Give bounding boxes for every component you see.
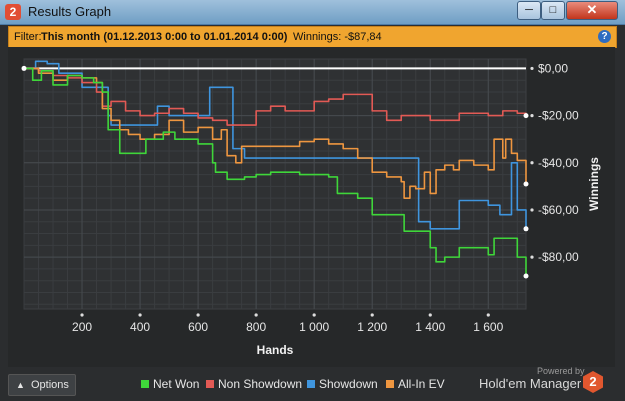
legend-swatch-showdown bbox=[307, 380, 315, 388]
y-tick-label: -$60,00 bbox=[538, 203, 579, 217]
y-axis-label: Winnings bbox=[587, 157, 601, 211]
maximize-button[interactable]: □ bbox=[541, 1, 565, 20]
filter-winnings: Winnings: -$87,84 bbox=[293, 31, 382, 43]
results-chart: 200 400 600 800 1 000 1 200 1 400 1 600 $0,00 -$2… bbox=[21, 58, 601, 357]
y-tick-mark bbox=[530, 66, 534, 71]
x-tick-label: 1 600 bbox=[473, 320, 503, 334]
x-tick-label: 1 400 bbox=[415, 320, 445, 334]
x-axis-label: Hands bbox=[257, 343, 294, 357]
window-title: Results Graph bbox=[28, 4, 112, 19]
brand-name: Hold'em Manager bbox=[479, 376, 582, 391]
brand-logo: 2 bbox=[583, 371, 603, 393]
y-tick-label: $0,00 bbox=[538, 61, 568, 75]
y-tick-mark bbox=[530, 208, 534, 212]
maximize-icon: □ bbox=[549, 4, 557, 16]
legend-label-net-won: Net Won bbox=[153, 377, 200, 391]
x-tick-mark bbox=[80, 313, 84, 317]
filter-bar[interactable]: Filter: This month (01.12.2013 0:00 to 0… bbox=[8, 26, 617, 48]
x-tick-mark bbox=[254, 313, 258, 317]
y-tick-label: -$40,00 bbox=[538, 156, 579, 170]
legend-label-all-in-ev: All-In EV bbox=[398, 377, 445, 391]
y-tick-mark bbox=[530, 255, 534, 259]
help-icon[interactable]: ? bbox=[598, 30, 611, 43]
y-tick-label: -$80,00 bbox=[538, 250, 579, 264]
series-end-point-net-won bbox=[523, 273, 529, 279]
results-chart-panel: 200 400 600 800 1 000 1 200 1 400 1 600 $0,00 -$2… bbox=[8, 47, 615, 367]
plot-area bbox=[23, 58, 527, 310]
x-tick-label: 200 bbox=[72, 320, 92, 334]
app-icon: 2 bbox=[5, 4, 21, 20]
legend-swatch-all-in-ev bbox=[386, 380, 394, 388]
options-button[interactable]: ▲ Options bbox=[8, 374, 76, 396]
minimize-icon: ─ bbox=[525, 4, 533, 16]
window-titlebar[interactable]: 2 Results Graph ─ □ ✕ bbox=[0, 0, 625, 25]
legend-swatch-non-showdown bbox=[206, 380, 214, 388]
legend-label-non-showdown: Non Showdown bbox=[218, 377, 303, 391]
options-label: Options bbox=[31, 379, 69, 391]
series-end-point-non-showdown bbox=[523, 113, 529, 119]
x-tick-mark bbox=[486, 313, 490, 317]
series-start-point bbox=[21, 65, 27, 71]
chevron-up-icon: ▲ bbox=[16, 380, 25, 390]
x-tick-label: 600 bbox=[188, 320, 208, 334]
y-tick-mark bbox=[530, 114, 534, 118]
series-end-point-all-in-ev bbox=[523, 181, 529, 187]
x-tick-mark bbox=[312, 313, 316, 317]
y-tick-mark bbox=[530, 161, 534, 165]
x-tick-label: 400 bbox=[130, 320, 150, 334]
filter-range: This month (01.12.2013 0:00 to 01.01.201… bbox=[41, 31, 288, 43]
close-icon: ✕ bbox=[586, 2, 598, 17]
close-button[interactable]: ✕ bbox=[566, 1, 618, 20]
x-tick-label: 1 000 bbox=[299, 320, 329, 334]
legend-swatch-net-won bbox=[141, 380, 149, 388]
powered-by-text: Powered by bbox=[537, 366, 585, 376]
series-end-point-showdown bbox=[523, 226, 529, 232]
x-tick-mark bbox=[196, 313, 200, 317]
y-tick-label: -$20,00 bbox=[538, 109, 579, 123]
x-tick-mark bbox=[370, 313, 374, 317]
x-tick-mark bbox=[138, 313, 142, 317]
legend-label-showdown: Showdown bbox=[319, 377, 378, 391]
x-tick-mark bbox=[428, 313, 432, 317]
x-tick-label: 1 200 bbox=[357, 320, 387, 334]
filter-prefix: Filter: bbox=[14, 31, 42, 43]
x-tick-label: 800 bbox=[246, 320, 266, 334]
minimize-button[interactable]: ─ bbox=[517, 1, 541, 20]
